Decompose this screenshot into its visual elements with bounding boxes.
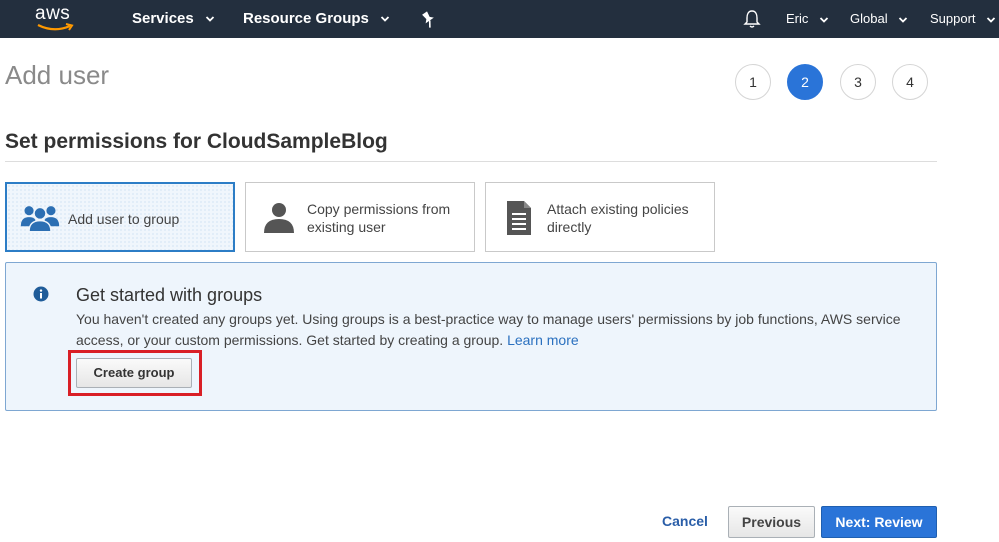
services-menu[interactable]: Services — [132, 0, 215, 38]
step-3[interactable]: 3 — [840, 64, 876, 100]
next-review-button[interactable]: Next: Review — [821, 506, 937, 538]
info-icon — [33, 286, 49, 302]
top-navigation-bar: aws Services Resource Groups Eric Global… — [0, 0, 999, 38]
option-label-line-1: Attach existing policies — [547, 201, 689, 217]
option-label-line-1: Copy permissions from — [307, 201, 451, 217]
section-title: Set permissions for CloudSampleBlog — [5, 130, 388, 153]
users-icon — [20, 206, 60, 233]
section-divider — [5, 161, 937, 162]
region-menu[interactable]: Global — [850, 0, 908, 38]
info-body-line-1: You haven't created any groups yet. Usin… — [76, 311, 901, 327]
services-label: Services — [132, 10, 194, 27]
info-title: Get started with groups — [76, 285, 263, 305]
step-2-active[interactable]: 2 — [787, 64, 823, 100]
user-menu[interactable]: Eric — [786, 0, 829, 38]
chevron-down-icon — [205, 16, 215, 22]
page-title: Add user — [5, 60, 110, 90]
region-label: Global — [850, 11, 888, 26]
document-icon — [507, 201, 531, 235]
info-box-get-started: Get started with groups You haven't crea… — [5, 262, 937, 411]
cancel-button[interactable]: Cancel — [655, 506, 715, 538]
user-name: Eric — [786, 11, 809, 26]
pin-icon[interactable] — [419, 9, 437, 29]
support-menu[interactable]: Support — [930, 0, 996, 38]
create-group-button[interactable]: Create group — [76, 358, 192, 388]
chevron-down-icon — [819, 16, 829, 23]
previous-button[interactable]: Previous — [728, 506, 815, 538]
option-add-user-to-group[interactable]: Add user to group — [5, 182, 235, 252]
resource-groups-label: Resource Groups — [243, 10, 369, 27]
info-body-text: access, or your custom permissions. Get … — [76, 332, 504, 348]
chevron-down-icon — [899, 16, 908, 23]
chevron-down-icon — [987, 16, 996, 23]
resource-groups-menu[interactable]: Resource Groups — [243, 0, 390, 38]
option-label: Add user to group — [68, 211, 180, 227]
bell-icon[interactable] — [743, 9, 761, 29]
info-body: You haven't created any groups yet. Usin… — [76, 309, 921, 351]
aws-smile-icon — [37, 23, 74, 31]
option-label-line-2: existing user — [307, 219, 386, 235]
option-label-line-2: directly — [547, 219, 592, 235]
aws-logo[interactable]: aws — [34, 3, 78, 35]
user-icon — [264, 203, 294, 233]
step-1[interactable]: 1 — [735, 64, 771, 100]
chevron-down-icon — [380, 16, 390, 22]
option-copy-permissions[interactable]: Copy permissions from existing user — [245, 182, 475, 252]
info-body-line-2: access, or your custom permissions. Get … — [76, 330, 921, 351]
aws-logo-text: aws — [35, 3, 71, 24]
step-4[interactable]: 4 — [892, 64, 928, 100]
option-attach-policies[interactable]: Attach existing policies directly — [485, 182, 715, 252]
learn-more-link[interactable]: Learn more — [507, 332, 579, 348]
support-label: Support — [930, 11, 976, 26]
